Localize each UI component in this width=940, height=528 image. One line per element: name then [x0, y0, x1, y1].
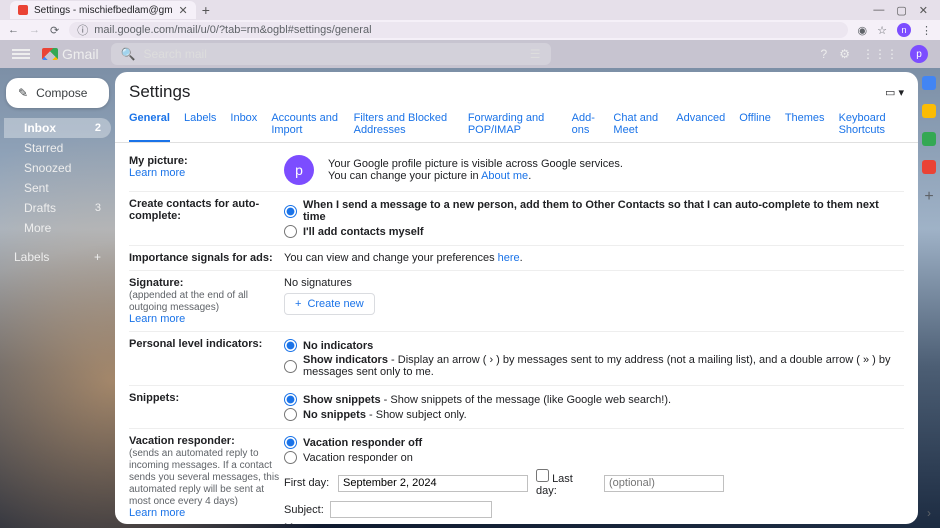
new-tab-button[interactable]: +	[202, 2, 210, 18]
add-label-icon[interactable]: +	[94, 250, 101, 264]
vacation-learn-more-link[interactable]: Learn more	[129, 507, 185, 519]
sidebar-item-sent[interactable]: Sent	[4, 178, 111, 198]
pencil-icon: ✎	[18, 86, 28, 100]
pli-show-radio[interactable]	[284, 360, 297, 373]
compose-button[interactable]: ✎ Compose	[6, 78, 109, 108]
tab-filters-and-blocked-addresses[interactable]: Filters and Blocked Addresses	[354, 108, 454, 142]
gmail-favicon	[18, 5, 28, 15]
tasks-rail-icon[interactable]	[922, 132, 936, 146]
close-tab-icon[interactable]: ✕	[179, 4, 188, 17]
ads-here-link[interactable]: here	[498, 252, 520, 264]
picture-learn-more-link[interactable]: Learn more	[129, 167, 185, 179]
tab-accounts-and-import[interactable]: Accounts and Import	[271, 108, 339, 142]
ads-label: Importance signals for ads:	[129, 252, 273, 264]
support-icon[interactable]: ?	[821, 47, 828, 61]
tab-add-ons[interactable]: Add-ons	[572, 108, 600, 142]
vacation-off-radio[interactable]	[284, 436, 297, 449]
vacation-on-radio[interactable]	[284, 451, 297, 464]
add-on-rail-icon[interactable]: +	[924, 188, 933, 206]
main-menu-icon[interactable]	[12, 49, 30, 59]
keep-rail-icon[interactable]	[922, 104, 936, 118]
account-avatar[interactable]: p	[910, 45, 928, 63]
extensions-icon[interactable]: ◉	[858, 24, 868, 37]
minimize-icon[interactable]: —	[873, 4, 884, 17]
create-signature-button[interactable]: + Create new	[284, 293, 375, 315]
sidebar-item-starred[interactable]: Starred	[4, 138, 111, 158]
last-day-input[interactable]	[604, 475, 724, 492]
sidebar-item-inbox[interactable]: Inbox 2	[4, 118, 111, 138]
tab-forwarding-and-pop-imap[interactable]: Forwarding and POP/IMAP	[468, 108, 558, 142]
gmail-logo[interactable]: Gmail	[42, 46, 99, 62]
tab-title: Settings - mischiefbedlam@gm	[34, 5, 173, 16]
collapse-rail-icon[interactable]: ›	[927, 506, 931, 520]
profile-chip[interactable]: n	[897, 23, 911, 37]
back-icon[interactable]: ←	[8, 24, 19, 37]
signature-label: Signature:	[129, 277, 183, 289]
snippets-none-radio[interactable]	[284, 408, 297, 421]
search-input[interactable]: 🔍 Search mail ☰	[111, 43, 551, 65]
tab-themes[interactable]: Themes	[785, 108, 825, 142]
maximize-icon[interactable]: ▢	[896, 4, 906, 17]
tab-keyboard-shortcuts[interactable]: Keyboard Shortcuts	[839, 108, 904, 142]
my-picture-label: My picture:	[129, 155, 188, 167]
forward-icon[interactable]: →	[29, 24, 40, 37]
tab-inbox[interactable]: Inbox	[230, 108, 257, 142]
vacation-label: Vacation responder:	[129, 435, 235, 447]
pli-none-radio[interactable]	[284, 339, 297, 352]
contacts-label: Create contacts for auto-complete:	[129, 198, 259, 222]
tab-labels[interactable]: Labels	[184, 108, 216, 142]
no-signatures-text: No signatures	[284, 277, 904, 289]
signature-learn-more-link[interactable]: Learn more	[129, 313, 185, 325]
profile-picture[interactable]: p	[284, 155, 314, 185]
pli-label: Personal level indicators:	[129, 338, 262, 350]
reload-icon[interactable]: ⟳	[50, 24, 59, 37]
settings-gear-icon[interactable]: ⚙	[839, 47, 850, 61]
browser-tab[interactable]: Settings - mischiefbedlam@gm ✕	[10, 1, 196, 19]
search-options-icon[interactable]: ☰	[530, 47, 541, 61]
last-day-checkbox[interactable]	[536, 469, 549, 482]
tab-general[interactable]: General	[129, 108, 170, 142]
calendar-rail-icon[interactable]	[922, 76, 936, 90]
url-text: mail.google.com/mail/u/0/?tab=rm&ogbl#se…	[94, 24, 371, 36]
apps-grid-icon[interactable]: ⋮⋮⋮	[862, 47, 898, 61]
contacts-auto-radio[interactable]	[284, 205, 297, 218]
close-window-icon[interactable]: ✕	[919, 4, 928, 17]
labels-header: Labels	[14, 250, 49, 264]
contacts-rail-icon[interactable]	[922, 160, 936, 174]
sidebar-item-more[interactable]: More	[4, 218, 111, 238]
sidebar-item-snoozed[interactable]: Snoozed	[4, 158, 111, 178]
snippets-show-radio[interactable]	[284, 393, 297, 406]
picture-desc-1: Your Google profile picture is visible a…	[328, 158, 623, 170]
bookmark-icon[interactable]: ☆	[877, 24, 887, 37]
message-label: Message:	[284, 522, 322, 524]
browser-menu-icon[interactable]: ⋮	[921, 24, 932, 37]
contacts-manual-radio[interactable]	[284, 225, 297, 238]
plus-icon: +	[295, 298, 301, 310]
first-day-label: First day:	[284, 477, 330, 489]
tab-advanced[interactable]: Advanced	[676, 108, 725, 142]
language-select[interactable]: ▭ ▾	[885, 86, 904, 99]
address-bar[interactable]: ⓘ mail.google.com/mail/u/0/?tab=rm&ogbl#…	[69, 22, 847, 38]
subject-label: Subject:	[284, 504, 322, 516]
search-icon: 🔍	[121, 47, 136, 61]
gmail-icon	[42, 48, 58, 60]
first-day-input[interactable]	[338, 475, 528, 492]
tab-chat-and-meet[interactable]: Chat and Meet	[613, 108, 662, 142]
site-info-icon[interactable]: ⓘ	[77, 22, 88, 38]
page-title: Settings	[129, 82, 190, 102]
tab-offline[interactable]: Offline	[739, 108, 771, 142]
sidebar-item-drafts[interactable]: Drafts 3	[4, 198, 111, 218]
snippets-label: Snippets:	[129, 392, 179, 404]
subject-input[interactable]	[330, 501, 492, 518]
about-me-link[interactable]: About me	[481, 170, 528, 182]
